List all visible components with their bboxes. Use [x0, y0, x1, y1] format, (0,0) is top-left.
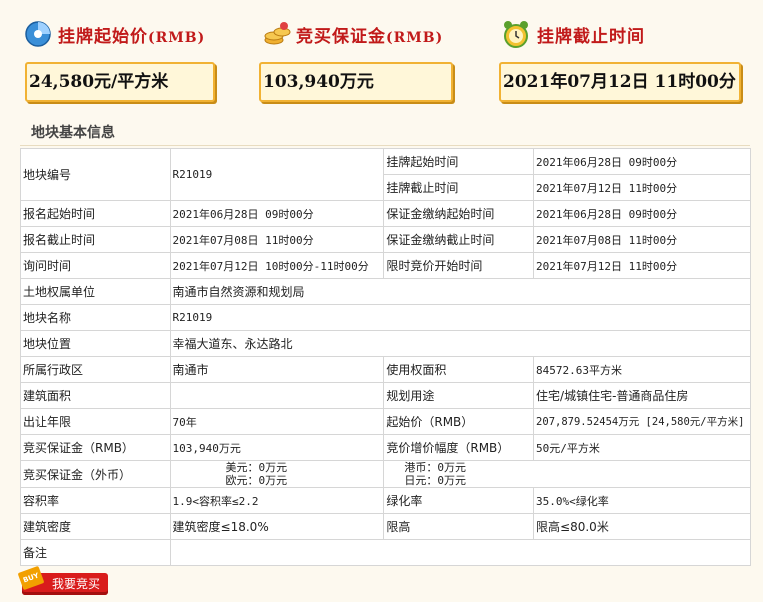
buy-button[interactable]: BUY 我要竞买: [17, 565, 108, 595]
table-row: 竞买保证金（RMB） 103,940万元 竞价增价幅度（RMB） 50元/平方米: [20, 434, 751, 461]
parcel-no-value: R21019: [169, 148, 385, 201]
jpy-value: 日元：0万元: [404, 474, 466, 487]
parcel-name-value: R21019: [169, 304, 752, 331]
table-row: 询问时间 2021年07月12日 10时00分-11时00分 限时竞价开始时间 …: [20, 252, 751, 279]
coins-icon: [262, 20, 291, 48]
list-end-value: 2021年07月12日 11时00分: [533, 174, 751, 201]
start-price-label: 起始价（RMB）: [383, 408, 535, 435]
use-area-label: 使用权面积: [383, 356, 535, 383]
term-label: 出让年限: [20, 408, 171, 435]
list-end-label: 挂牌截止时间: [383, 174, 535, 201]
deposit-rmb-value: 103,940万元: [169, 434, 385, 461]
table-row: 土地权属单位 南通市自然资源和规划局: [20, 278, 752, 305]
deposit-rmb-label: 竞买保证金（RMB）: [20, 434, 171, 461]
pie-chart-icon: [24, 20, 52, 48]
table-row: 地块位置 幸福大道东、永达路北: [20, 330, 752, 357]
start-price-summary: 挂牌起始价(RMB): [24, 12, 205, 56]
location-value: 幸福大道东、永达路北: [169, 330, 752, 357]
density-value: 建筑密度≤18.0%: [169, 513, 385, 540]
reg-start-label: 报名起始时间: [20, 200, 171, 227]
start-price-title: 挂牌起始价(RMB): [58, 26, 206, 47]
dep-start-label: 保证金缴纳起始时间: [383, 200, 535, 227]
table-row: 报名截止时间 2021年07月08日 11时00分 保证金缴纳截止时间 2021…: [20, 226, 751, 253]
list-start-label: 挂牌起始时间: [383, 148, 535, 175]
inquiry-value: 2021年07月12日 10时00分-11时00分: [169, 252, 385, 279]
location-label: 地块位置: [20, 330, 171, 357]
section-title: 地块基本信息: [31, 125, 115, 141]
eur-value: 欧元：0万元: [225, 474, 288, 487]
table-row: 容积率 1.9<容积率≤2.2 绿化率 35.0%<绿化率: [20, 487, 751, 514]
table-row: 地块编号 R21019 挂牌起始时间 2021年06月28日 09时00分: [20, 148, 751, 201]
reg-end-label: 报名截止时间: [20, 226, 171, 253]
height-label: 限高: [383, 513, 535, 540]
density-label: 建筑密度: [20, 513, 171, 540]
deadline-value: 2021年07月12日 11时00分: [499, 62, 741, 102]
build-area-label: 建筑面积: [20, 382, 171, 409]
owner-label: 土地权属单位: [20, 278, 171, 305]
start-price-value: 24,580元/平方米: [25, 62, 215, 102]
start-price-detail: 207,879.52454万元 [24,580元/平方米]: [533, 408, 751, 435]
table-row: 建筑密度 建筑密度≤18.0% 限高 限高≤80.0米: [20, 513, 751, 540]
increment-value: 50元/平方米: [533, 434, 751, 461]
list-start-value: 2021年06月28日 09时00分: [533, 148, 751, 175]
height-value: 限高≤80.0米: [533, 513, 751, 540]
deposit-summary: 竞买保证金(RMB): [262, 12, 443, 56]
deposit-fx-hkd-jpy: 港币：0万元 日元：0万元: [383, 460, 751, 488]
deposit-fx-label: 竞买保证金（外币）: [20, 460, 171, 488]
parcel-no-label: 地块编号: [20, 148, 171, 201]
table-row: 备注: [20, 539, 752, 566]
remark-value: [169, 539, 752, 566]
district-label: 所属行政区: [20, 356, 171, 383]
inquiry-label: 询问时间: [20, 252, 171, 279]
purpose-label: 规划用途: [383, 382, 535, 409]
green-value: 35.0%<绿化率: [533, 487, 751, 514]
deadline-title: 挂牌截止时间: [537, 26, 645, 47]
parcel-info-table: 地块编号 R21019 挂牌起始时间 2021年06月28日 09时00分 挂牌…: [20, 148, 752, 566]
parcel-name-label: 地块名称: [20, 304, 171, 331]
table-row: 竞买保证金（外币） 美元：0万元 欧元：0万元 港币：0万元 日元：0万元: [20, 460, 751, 488]
district-value: 南通市: [169, 356, 385, 383]
section-divider: [20, 145, 750, 146]
deadline-summary: 挂牌截止时间: [503, 12, 645, 56]
use-area-value: 84572.63平方米: [533, 356, 751, 383]
term-value: 70年: [169, 408, 385, 435]
dep-end-label: 保证金缴纳截止时间: [383, 226, 535, 253]
dep-end-value: 2021年07月08日 11时00分: [533, 226, 751, 253]
reg-start-value: 2021年06月28日 09时00分: [169, 200, 385, 227]
deposit-value: 103,940万元: [259, 62, 453, 102]
deposit-title: 竞买保证金(RMB): [296, 26, 444, 47]
summary-bar: 挂牌起始价(RMB) 24,580元/平方米 竞买保证金(RMB) 103,94…: [0, 12, 763, 108]
table-row: 出让年限 70年 起始价（RMB） 207,879.52454万元 [24,58…: [20, 408, 751, 435]
dep-start-value: 2021年06月28日 09时00分: [533, 200, 751, 227]
far-value: 1.9<容积率≤2.2: [169, 487, 385, 514]
increment-label: 竞价增价幅度（RMB）: [383, 434, 535, 461]
buy-tag-icon: BUY: [17, 565, 45, 591]
buy-button-label: 我要竞买: [51, 577, 100, 591]
owner-value: 南通市自然资源和规划局: [169, 278, 752, 305]
purpose-value: 住宅/城镇住宅-普通商品住房: [533, 382, 751, 409]
alarm-clock-icon: [503, 20, 531, 48]
table-row: 地块名称 R21019: [20, 304, 752, 331]
bid-start-value: 2021年07月12日 11时00分: [533, 252, 751, 279]
green-label: 绿化率: [383, 487, 535, 514]
bid-start-label: 限时竞价开始时间: [383, 252, 535, 279]
table-row: 所属行政区 南通市 使用权面积 84572.63平方米: [20, 356, 751, 383]
deposit-fx-usd-eur: 美元：0万元 欧元：0万元: [169, 460, 385, 488]
hkd-value: 港币：0万元: [404, 461, 466, 474]
reg-end-value: 2021年07月08日 11时00分: [169, 226, 385, 253]
table-row: 报名起始时间 2021年06月28日 09时00分 保证金缴纳起始时间 2021…: [20, 200, 751, 227]
remark-label: 备注: [20, 539, 171, 566]
far-label: 容积率: [20, 487, 171, 514]
table-row: 建筑面积 规划用途 住宅/城镇住宅-普通商品住房: [20, 382, 751, 409]
build-area-value: [169, 382, 385, 409]
usd-value: 美元：0万元: [225, 461, 288, 474]
